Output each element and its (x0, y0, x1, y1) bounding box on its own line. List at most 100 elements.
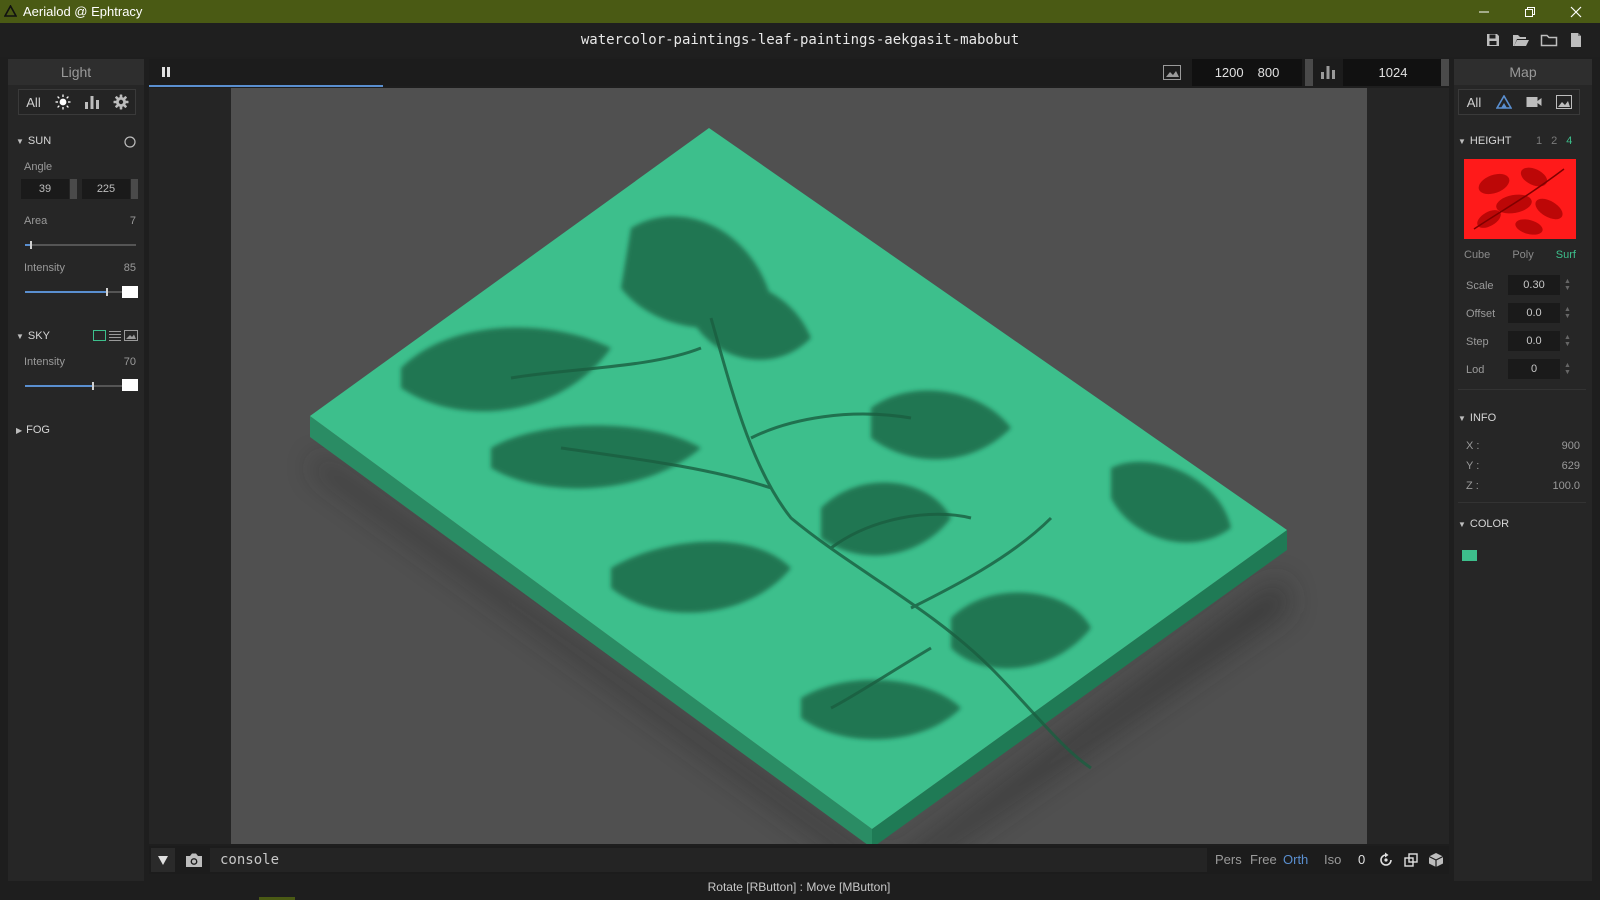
height-section-title: HEIGHT (1469, 135, 1512, 147)
console-toggle-button[interactable] (151, 848, 175, 872)
color-section-header[interactable]: ▼ COLOR (1458, 518, 1509, 530)
tab-all[interactable]: All (1459, 90, 1489, 114)
sun-intensity-slider-fill (25, 291, 108, 293)
close-button[interactable] (1553, 0, 1599, 23)
height-level-1[interactable]: 1 (1536, 135, 1542, 147)
sky-uniform-icon[interactable] (93, 330, 106, 341)
angle-azimuth-grip[interactable] (131, 179, 138, 199)
sky-intensity-value: 70 (123, 356, 136, 368)
minimize-button[interactable] (1461, 0, 1507, 23)
folder-icon[interactable] (1540, 32, 1558, 48)
angle-elevation-grip[interactable] (70, 179, 77, 199)
tab-all[interactable]: All (19, 90, 48, 114)
view-mode-pers[interactable]: Pers (1215, 852, 1242, 867)
scale-field[interactable]: 0.30 (1508, 275, 1560, 295)
tab-histogram[interactable] (77, 90, 106, 114)
resolution-field[interactable]: 1200 800 (1192, 59, 1302, 86)
step-spinner-icon[interactable]: ▲ ▼ (1564, 334, 1571, 348)
light-panel: Light All ▼ SUN Angle 39 225 Area 7 Inte… (8, 59, 144, 881)
tab-image[interactable] (1549, 90, 1579, 114)
sky-section-header[interactable]: ▼ SKY (16, 330, 50, 342)
histogram-icon (84, 94, 100, 110)
rotate-view-icon[interactable] (1378, 852, 1394, 868)
sun-toggle-icon[interactable] (124, 136, 136, 148)
frame-view-icon[interactable] (1403, 852, 1419, 868)
screenshot-camera-icon[interactable] (185, 852, 203, 868)
tab-terrain[interactable] (1489, 90, 1519, 114)
info-x-value: 900 (1561, 440, 1580, 452)
offset-label: Offset (1466, 308, 1496, 320)
console-input[interactable]: console (210, 848, 1207, 872)
height-level-4[interactable]: 4 (1566, 135, 1572, 147)
map-panel-title: Map (1454, 59, 1592, 85)
sky-gradient-icon[interactable] (109, 330, 121, 341)
sun-intensity-slider-handle[interactable] (106, 288, 109, 296)
sun-section-header[interactable]: ▼ SUN (16, 135, 51, 147)
view-mode-iso[interactable]: Iso (1324, 852, 1341, 867)
sky-color-swatch[interactable] (122, 379, 138, 391)
tab-settings[interactable] (106, 90, 135, 114)
scale-spinner-icon[interactable]: ▲ ▼ (1564, 278, 1571, 292)
image-size-icon[interactable] (1163, 65, 1181, 80)
offset-spinner-icon[interactable]: ▲ ▼ (1564, 306, 1571, 320)
height-level-2[interactable]: 2 (1551, 135, 1557, 147)
render-canvas[interactable] (231, 88, 1367, 844)
angle-azimuth-field[interactable]: 225 (82, 179, 130, 199)
scale-label: Scale (1466, 280, 1494, 292)
expand-triangle-icon: ▼ (1458, 414, 1466, 423)
view-mode-orth[interactable]: Orth (1283, 852, 1308, 867)
lod-spinner-icon[interactable]: ▲ ▼ (1564, 362, 1571, 376)
divider (1458, 502, 1586, 503)
collapse-triangle-icon: ▶ (16, 426, 23, 435)
sun-intensity-slider[interactable] (25, 288, 122, 296)
resolution-grip[interactable] (1305, 59, 1313, 86)
sample-count-field[interactable]: 1024 (1343, 59, 1443, 86)
fog-section-header[interactable]: ▶ FOG (16, 424, 50, 436)
expand-triangle-icon: ▼ (16, 332, 24, 341)
offset-field[interactable]: 0.0 (1508, 303, 1560, 323)
step-label: Step (1466, 336, 1489, 348)
tab-sun[interactable] (48, 90, 77, 114)
area-slider-handle[interactable] (29, 241, 32, 249)
height-map-leaf-pattern (1473, 167, 1565, 235)
resolution-height[interactable]: 800 (1258, 65, 1280, 80)
info-x-label: X : (1466, 440, 1480, 452)
divider (1458, 389, 1586, 390)
height-section-header[interactable]: ▼ HEIGHT (1458, 135, 1511, 147)
restore-button[interactable] (1507, 0, 1553, 23)
save-icon[interactable] (1485, 32, 1501, 48)
mode-surf[interactable]: Surf (1556, 249, 1576, 261)
new-file-icon[interactable] (1569, 32, 1583, 48)
open-file-icon[interactable] (1512, 32, 1530, 48)
height-level-selector: 1 2 4 (1536, 135, 1572, 147)
sky-intensity-slider-fill (25, 385, 93, 387)
cube-view-icon[interactable] (1428, 852, 1444, 868)
render-progress-bar (149, 85, 383, 87)
expand-triangle-icon: ▼ (1458, 520, 1466, 529)
info-section-header[interactable]: ▼ INFO (1458, 412, 1496, 424)
expand-triangle-icon: ▼ (1458, 137, 1466, 146)
resolution-width[interactable]: 1200 (1215, 65, 1244, 80)
sky-intensity-slider[interactable] (25, 382, 122, 390)
area-label: Area (24, 215, 48, 227)
sky-image-icon[interactable] (124, 330, 138, 341)
view-mode-free[interactable]: Free (1250, 852, 1277, 867)
angle-elevation-field[interactable]: 39 (21, 179, 69, 199)
sample-histogram-icon[interactable] (1320, 64, 1336, 80)
view-counter[interactable]: 0 (1358, 852, 1365, 867)
mode-poly[interactable]: Poly (1512, 249, 1533, 261)
step-field[interactable]: 0.0 (1508, 331, 1560, 351)
mode-cube[interactable]: Cube (1464, 249, 1490, 261)
color-swatch[interactable] (1462, 550, 1477, 561)
height-map-thumbnail[interactable] (1464, 159, 1576, 239)
image-icon (1556, 95, 1572, 109)
sky-intensity-slider-handle[interactable] (91, 382, 94, 390)
area-slider[interactable] (25, 241, 136, 249)
lod-field[interactable]: 0 (1508, 359, 1560, 379)
pause-icon[interactable] (159, 65, 173, 79)
sample-grip[interactable] (1441, 59, 1449, 86)
sun-color-swatch[interactable] (122, 286, 138, 298)
sun-icon (55, 94, 71, 110)
app-logo-icon (4, 5, 17, 17)
tab-camera[interactable] (1519, 90, 1549, 114)
